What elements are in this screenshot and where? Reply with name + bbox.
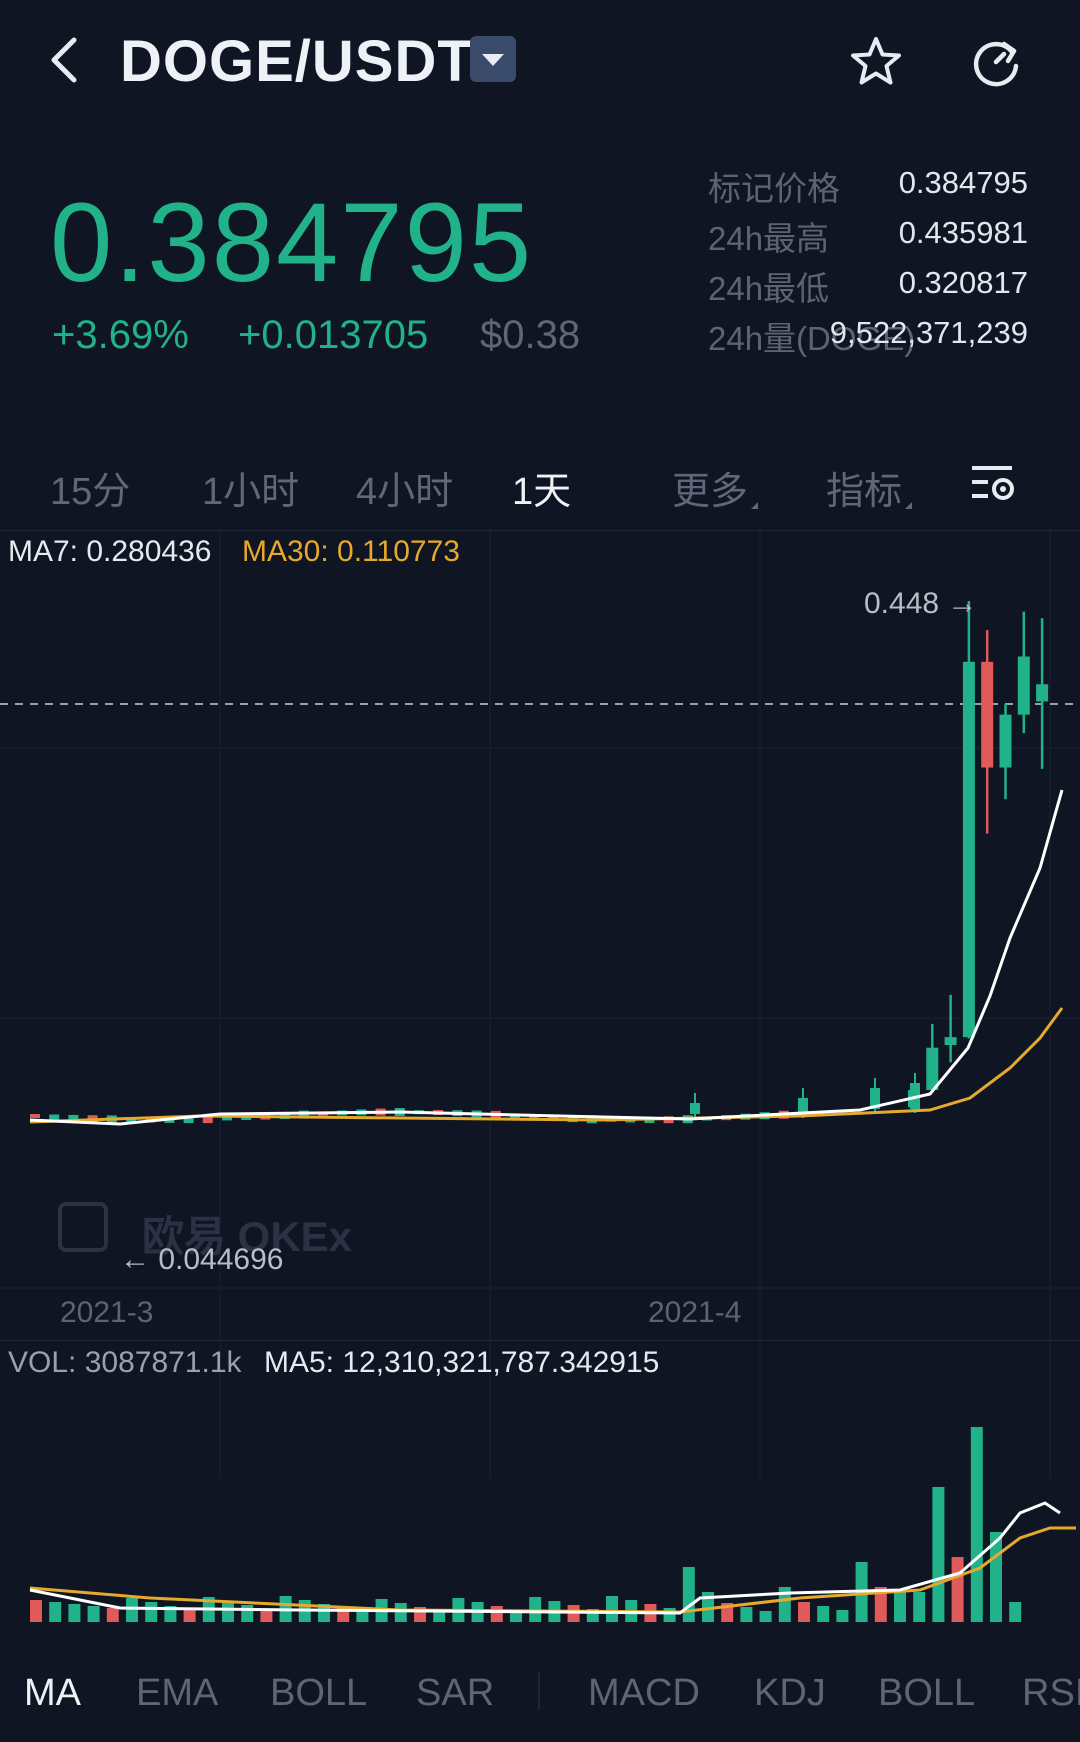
stat-value-mark: 0.384795 xyxy=(898,165,1028,200)
volume-bar xyxy=(1009,1602,1022,1622)
okex-logo-icon xyxy=(58,1202,108,1252)
ma30-line xyxy=(29,1007,1064,1124)
ma7-line xyxy=(29,789,1064,1126)
volume-bar xyxy=(759,1611,772,1622)
tab-1h[interactable]: 1小时 xyxy=(202,460,299,515)
volume-ma5-legend: MA5: 12,310,321,787.342915 xyxy=(264,1346,660,1379)
indicator-boll[interactable]: BOLL xyxy=(270,1672,367,1715)
volume-bar xyxy=(490,1606,503,1622)
tab-4h[interactable]: 4小时 xyxy=(356,460,453,515)
indicator-rsi[interactable]: RSI xyxy=(1022,1672,1080,1715)
volume-bar xyxy=(740,1607,753,1622)
pair-dropdown-icon[interactable] xyxy=(470,36,516,82)
volume-bar xyxy=(894,1592,906,1622)
stat-label-low: 24h最低 xyxy=(708,270,830,307)
stat-label-mark: 标记价格 xyxy=(708,170,840,207)
indicator-sar[interactable]: SAR xyxy=(416,1672,494,1715)
volume-bar xyxy=(798,1602,810,1622)
volume-bar xyxy=(356,1612,369,1622)
volume-bar xyxy=(145,1602,158,1622)
back-icon[interactable] xyxy=(40,30,90,90)
candle xyxy=(944,1037,957,1046)
volume-bar xyxy=(394,1603,407,1622)
refresh-icon[interactable] xyxy=(968,34,1024,90)
candle xyxy=(926,1047,939,1090)
volume-bar xyxy=(106,1608,119,1622)
candle xyxy=(1036,684,1049,702)
candlestick-chart[interactable] xyxy=(0,528,1080,1646)
pair-title[interactable]: DOGE/USDT xyxy=(120,28,474,95)
x-tick-march: 2021-3 xyxy=(60,1296,154,1329)
volume-bar xyxy=(663,1608,676,1622)
volume-bar xyxy=(241,1605,254,1622)
last-price: 0.384795 xyxy=(50,180,534,305)
volume-bar xyxy=(913,1592,926,1622)
chart-settings-icon[interactable] xyxy=(970,462,1018,504)
volume-bar xyxy=(68,1604,81,1622)
indicator-kdj[interactable]: KDJ xyxy=(754,1672,826,1715)
volume-bar xyxy=(30,1600,42,1622)
volume-bar xyxy=(222,1601,234,1622)
stat-value-volume: 9,522,371,239 xyxy=(829,315,1028,350)
candle xyxy=(999,714,1012,768)
candle xyxy=(981,661,994,768)
volume-bar xyxy=(932,1487,945,1622)
candle xyxy=(30,1114,40,1118)
usd-price: $0.38 xyxy=(480,313,581,357)
volume-legend: VOL: 3087871.1k xyxy=(8,1346,242,1379)
stat-value-high: 0.435981 xyxy=(898,215,1028,250)
indicator-separator xyxy=(538,1672,540,1710)
change-absolute: +0.013705 xyxy=(238,313,429,357)
volume-bar xyxy=(682,1567,695,1622)
x-tick-april: 2021-4 xyxy=(648,1296,742,1329)
volume-bar xyxy=(836,1610,849,1622)
volume-bar xyxy=(87,1606,100,1622)
volume-bar xyxy=(970,1427,983,1622)
indicator-boll-sub[interactable]: BOLL xyxy=(878,1672,975,1715)
high-price-marker: 0.448 → xyxy=(864,587,978,620)
candle xyxy=(962,661,975,1038)
tab-indicators[interactable]: 指标 xyxy=(826,460,913,515)
candle xyxy=(1017,656,1030,715)
stat-value-low: 0.320817 xyxy=(898,265,1028,300)
tab-more[interactable]: 更多 xyxy=(672,460,759,515)
volume-bar xyxy=(817,1606,830,1622)
volume-bar xyxy=(951,1557,964,1622)
tab-1d[interactable]: 1天 xyxy=(512,460,571,515)
divider xyxy=(0,1340,1080,1341)
low-price-marker: ← 0.044696 xyxy=(120,1243,284,1276)
volume-bar xyxy=(49,1602,62,1622)
volume-bar xyxy=(183,1610,196,1622)
star-icon[interactable] xyxy=(848,34,904,90)
indicator-ema[interactable]: EMA xyxy=(136,1672,218,1715)
candle xyxy=(49,1114,60,1120)
volume-bar xyxy=(606,1596,618,1622)
indicator-ma[interactable]: MA xyxy=(24,1672,81,1715)
change-percent: +3.69% xyxy=(52,313,189,357)
tab-15m[interactable]: 15分 xyxy=(50,460,130,515)
volume-bar xyxy=(433,1611,446,1622)
volume-bar xyxy=(126,1598,138,1622)
stat-label-high: 24h最高 xyxy=(708,220,830,257)
candle xyxy=(690,1103,700,1114)
indicator-macd[interactable]: MACD xyxy=(588,1672,700,1715)
